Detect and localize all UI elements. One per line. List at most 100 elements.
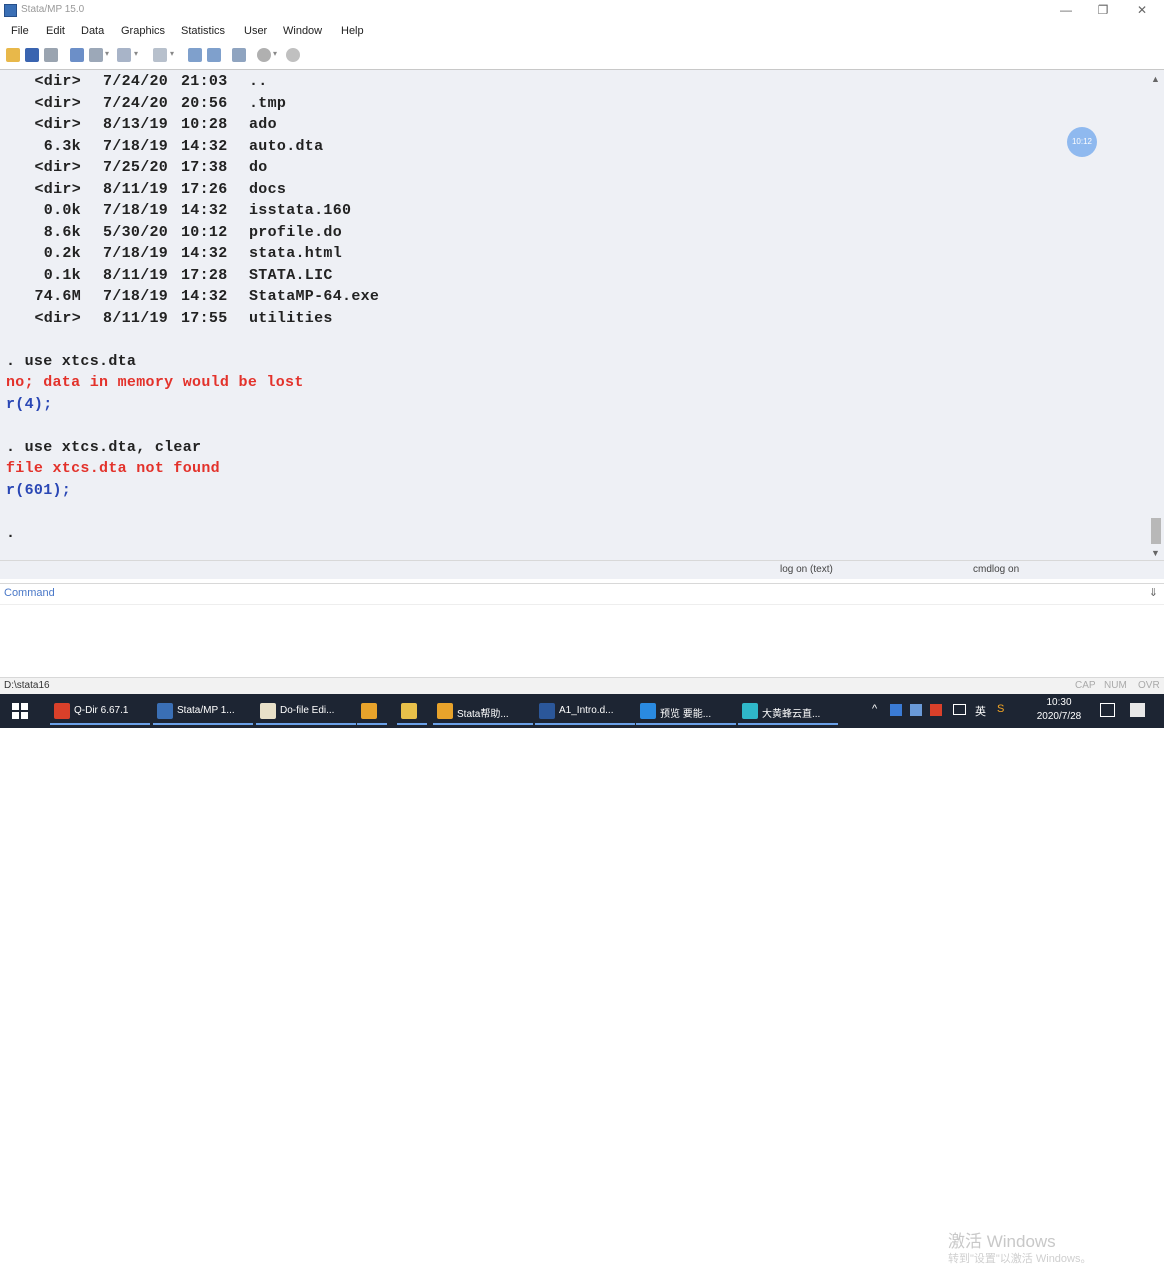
- results-window[interactable]: <dir> 7/24/20 21:03.. <dir> 7/24/20 20:56 .tmp…: [0, 70, 1148, 560]
- dir-size: <dir>: [34, 180, 81, 198]
- dir-name[interactable]: isstata.160: [249, 202, 449, 219]
- chevron-down-icon[interactable]: ▾: [105, 49, 111, 61]
- taskbar-active-indicator: [535, 723, 635, 725]
- show-desktop-icon[interactable]: [1130, 703, 1145, 717]
- dir-name[interactable]: do: [249, 159, 449, 176]
- chevron-down-icon[interactable]: ▾: [134, 49, 140, 61]
- cmdlog-status: cmdlog on: [973, 564, 1020, 575]
- menu-graphics[interactable]: Graphics: [121, 25, 165, 37]
- scroll-down-arrow-icon[interactable]: ▼: [1151, 548, 1160, 558]
- input-language-icon[interactable]: 英: [975, 703, 986, 719]
- return-code[interactable]: r(4);: [6, 396, 53, 413]
- taskbar-active-indicator: [433, 723, 533, 725]
- taskbar-active-indicator: [357, 723, 387, 725]
- tray-app-icon[interactable]: [890, 704, 902, 716]
- word-icon: [539, 703, 555, 719]
- command-echo: . use xtcs.dta: [6, 353, 137, 370]
- variables-manager-icon[interactable]: [232, 48, 246, 62]
- log-icon[interactable]: [70, 48, 84, 62]
- dir-name[interactable]: STATA.LIC: [249, 267, 449, 284]
- more-icon[interactable]: [257, 48, 271, 62]
- viewer-icon[interactable]: [89, 48, 103, 62]
- dir-time: 20:56: [181, 94, 228, 112]
- taskbar-item[interactable]: [357, 697, 387, 725]
- tray-app-icon[interactable]: [930, 704, 942, 716]
- taskbar: Q-Dir 6.67.1 Stata/MP 1... Do-file Edi... S…: [0, 694, 1164, 728]
- dir-name[interactable]: .tmp: [249, 95, 449, 112]
- chevron-down-icon[interactable]: ▾: [170, 49, 176, 61]
- system-clock[interactable]: 10:30 2020/7/28: [1026, 696, 1092, 724]
- dir-date: 7/18/19: [103, 137, 169, 155]
- dir-time: 10:12: [181, 223, 228, 241]
- menu-edit[interactable]: Edit: [46, 25, 65, 37]
- minimize-button[interactable]: —: [1057, 3, 1075, 17]
- floating-bubble[interactable]: 10:12: [1067, 127, 1097, 157]
- windows-start-icon[interactable]: [12, 703, 28, 719]
- command-input[interactable]: 激活 Windows 转到"设置"以激活 Windows。: [0, 604, 1164, 1265]
- clock-time: 10:30: [1046, 697, 1072, 708]
- pin-icon[interactable]: ⇓: [1149, 586, 1158, 599]
- tray-app-icon[interactable]: [910, 704, 922, 716]
- dir-time: 10:28: [181, 116, 228, 133]
- scrollbar-thumb[interactable]: [1151, 518, 1161, 544]
- data-browser-icon[interactable]: [207, 48, 221, 62]
- taskbar-item[interactable]: 预览 要能...: [636, 697, 736, 725]
- return-code[interactable]: r(601);: [6, 482, 71, 499]
- menu-help[interactable]: Help: [341, 25, 364, 37]
- menu-window[interactable]: Window: [283, 25, 322, 37]
- log-status: log on (text): [780, 564, 833, 575]
- dir-date: 7/18/19: [103, 245, 169, 262]
- restore-button[interactable]: ❐: [1094, 3, 1112, 17]
- dir-name[interactable]: stata.html: [249, 245, 449, 262]
- bottom-status-bar: D:\stata16 CAP NUM OVR: [0, 677, 1164, 695]
- menu-statistics[interactable]: Statistics: [181, 25, 225, 37]
- network-icon[interactable]: [953, 704, 966, 715]
- taskbar-item-label: Stata帮助...: [457, 709, 509, 720]
- input-method-icon[interactable]: S: [997, 703, 1004, 715]
- notification-icon[interactable]: [1100, 703, 1115, 717]
- error-message: file xtcs.dta not found: [6, 460, 220, 477]
- close-button[interactable]: ✕: [1133, 3, 1151, 17]
- results-scrollbar[interactable]: ▲ ▼: [1148, 70, 1164, 560]
- open-icon[interactable]: [6, 48, 20, 62]
- taskbar-item-label: 预览 要能...: [660, 709, 712, 720]
- save-icon[interactable]: [25, 48, 39, 62]
- do-file-icon: [260, 703, 276, 719]
- dir-name[interactable]: docs: [249, 181, 449, 198]
- taskbar-item[interactable]: A1_Intro.d...: [535, 697, 635, 725]
- taskbar-active-indicator: [636, 723, 736, 725]
- taskbar-item[interactable]: 大黄蜂云直...: [738, 697, 838, 725]
- dir-date: 8/13/19: [103, 116, 169, 133]
- command-window-header: Command ⇓: [0, 583, 1164, 604]
- dir-time: 17:38: [181, 159, 228, 176]
- menu-data[interactable]: Data: [81, 25, 104, 37]
- taskbar-item[interactable]: Stata/MP 1...: [153, 697, 253, 725]
- dir-date: 8/11/19: [103, 266, 169, 284]
- taskbar-item-label: Do-file Edi...: [280, 705, 335, 716]
- menu-file[interactable]: File: [11, 25, 29, 37]
- taskbar-active-indicator: [397, 723, 427, 725]
- print-icon[interactable]: [44, 48, 58, 62]
- data-editor-icon[interactable]: [188, 48, 202, 62]
- dir-name[interactable]: StataMP-64.exe: [249, 288, 449, 305]
- taskbar-item[interactable]: Do-file Edi...: [256, 697, 356, 725]
- scroll-up-arrow-icon[interactable]: ▲: [1151, 74, 1160, 84]
- taskbar-item[interactable]: Stata帮助...: [433, 697, 533, 725]
- chevron-down-icon[interactable]: ▾: [273, 49, 279, 61]
- taskbar-item[interactable]: Q-Dir 6.67.1: [50, 697, 150, 725]
- dir-size: 74.6M: [34, 288, 81, 305]
- menu-user[interactable]: User: [244, 25, 267, 37]
- dir-time: 14:32: [181, 202, 228, 219]
- dir-name[interactable]: utilities: [249, 310, 449, 327]
- break-icon[interactable]: [286, 48, 300, 62]
- taskbar-item[interactable]: [397, 697, 427, 725]
- graph-icon[interactable]: [117, 48, 131, 62]
- tray-overflow-icon[interactable]: ^: [872, 703, 877, 715]
- dir-name[interactable]: ..: [249, 73, 449, 90]
- dir-name[interactable]: auto.dta: [249, 138, 449, 155]
- do-file-editor-icon[interactable]: [153, 48, 167, 62]
- dir-name[interactable]: ado: [249, 116, 449, 133]
- dir-size: <dir>: [34, 309, 81, 327]
- vscode-icon: [640, 703, 656, 719]
- dir-name[interactable]: profile.do: [249, 224, 449, 241]
